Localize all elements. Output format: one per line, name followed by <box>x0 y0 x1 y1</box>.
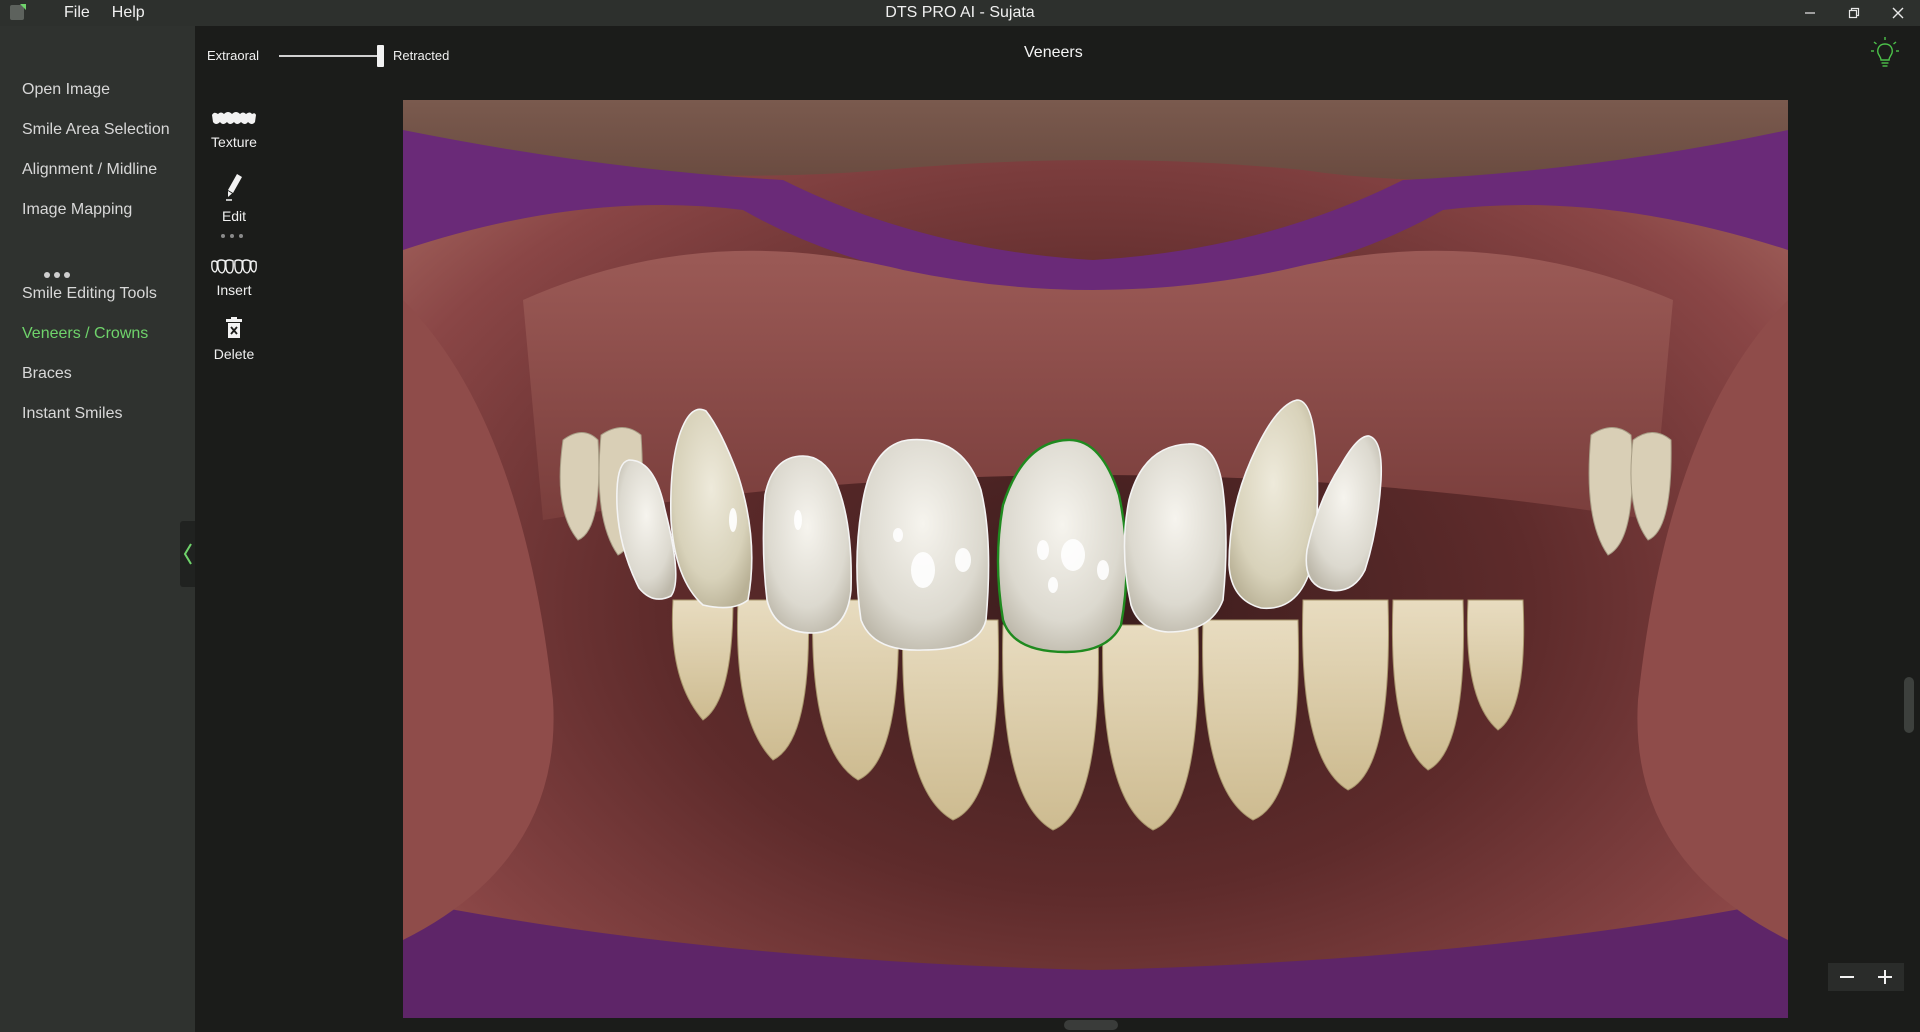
trash-icon <box>226 317 242 338</box>
dental-photo <box>403 100 1788 1018</box>
zoom-in-button[interactable] <box>1866 963 1904 991</box>
retracted-label: Retracted <box>393 48 450 63</box>
delete-tool[interactable]: Delete <box>200 316 268 362</box>
sidebar-item-veneers-crowns[interactable]: Veneers / Crowns <box>22 325 148 343</box>
sidebar-item-image-mapping[interactable]: Image Mapping <box>22 201 132 219</box>
delete-label: Delete <box>213 346 255 362</box>
insert-tool[interactable]: Insert <box>200 258 268 298</box>
dental-photo-canvas[interactable] <box>403 100 1788 1018</box>
minus-icon <box>1840 976 1854 978</box>
pen-icon <box>226 174 242 201</box>
texture-tool[interactable]: Texture <box>200 110 268 150</box>
title-bar: File Help DTS PRO AI - Sujata <box>0 0 1920 26</box>
menu-file[interactable]: File <box>64 4 90 22</box>
more-steps-icon[interactable] <box>44 272 70 278</box>
restore-button[interactable] <box>1832 0 1876 26</box>
insert-label: Insert <box>216 282 252 298</box>
texture-label: Texture <box>211 134 257 150</box>
chevron-left-icon <box>183 543 192 565</box>
minimize-button[interactable] <box>1788 0 1832 26</box>
texture-icon <box>212 112 256 124</box>
lightbulb-icon[interactable] <box>1870 36 1900 72</box>
insert-teeth-icon <box>211 259 257 274</box>
veneer-tooth-5-selected[interactable] <box>996 438 1128 654</box>
extraoral-label: Extraoral <box>207 48 260 63</box>
edit-tool[interactable]: Edit <box>200 172 268 224</box>
veneer-tooth-6[interactable] <box>1123 443 1227 633</box>
slider-thumb[interactable] <box>377 45 384 67</box>
sidebar-item-braces[interactable]: Braces <box>22 365 72 383</box>
collapse-sidebar-button[interactable] <box>180 521 195 587</box>
sidebar-item-smile-editing-tools[interactable]: Smile Editing Tools <box>22 285 157 303</box>
veneer-tooth-4[interactable] <box>856 438 990 651</box>
slider-track[interactable] <box>279 55 381 57</box>
sidebar-item-alignment-midline[interactable]: Alignment / Midline <box>22 161 157 179</box>
zoom-out-button[interactable] <box>1828 963 1866 991</box>
restore-icon <box>1848 7 1860 19</box>
workflow-sidebar: Open Image Smile Area Selection Alignmen… <box>0 26 195 1032</box>
window-title: DTS PRO AI - Sujata <box>885 4 1035 21</box>
sidebar-item-instant-smiles[interactable]: Instant Smiles <box>22 405 122 423</box>
section-title: Veneers <box>1024 44 1083 61</box>
plus-icon <box>1878 970 1892 984</box>
sidebar-item-smile-area-selection[interactable]: Smile Area Selection <box>22 121 170 139</box>
app-logo-icon <box>10 4 26 20</box>
minimize-icon <box>1805 12 1815 14</box>
zoom-controls <box>1828 963 1904 991</box>
close-icon <box>1892 7 1904 19</box>
menu-help[interactable]: Help <box>112 4 145 22</box>
tool-separator <box>221 234 243 238</box>
close-button[interactable] <box>1876 0 1920 26</box>
sidebar-item-open-image[interactable]: Open Image <box>22 81 110 99</box>
vertical-scrollbar[interactable] <box>1904 677 1914 733</box>
bottom-panel-handle[interactable] <box>1064 1020 1118 1030</box>
edit-label: Edit <box>221 208 247 224</box>
